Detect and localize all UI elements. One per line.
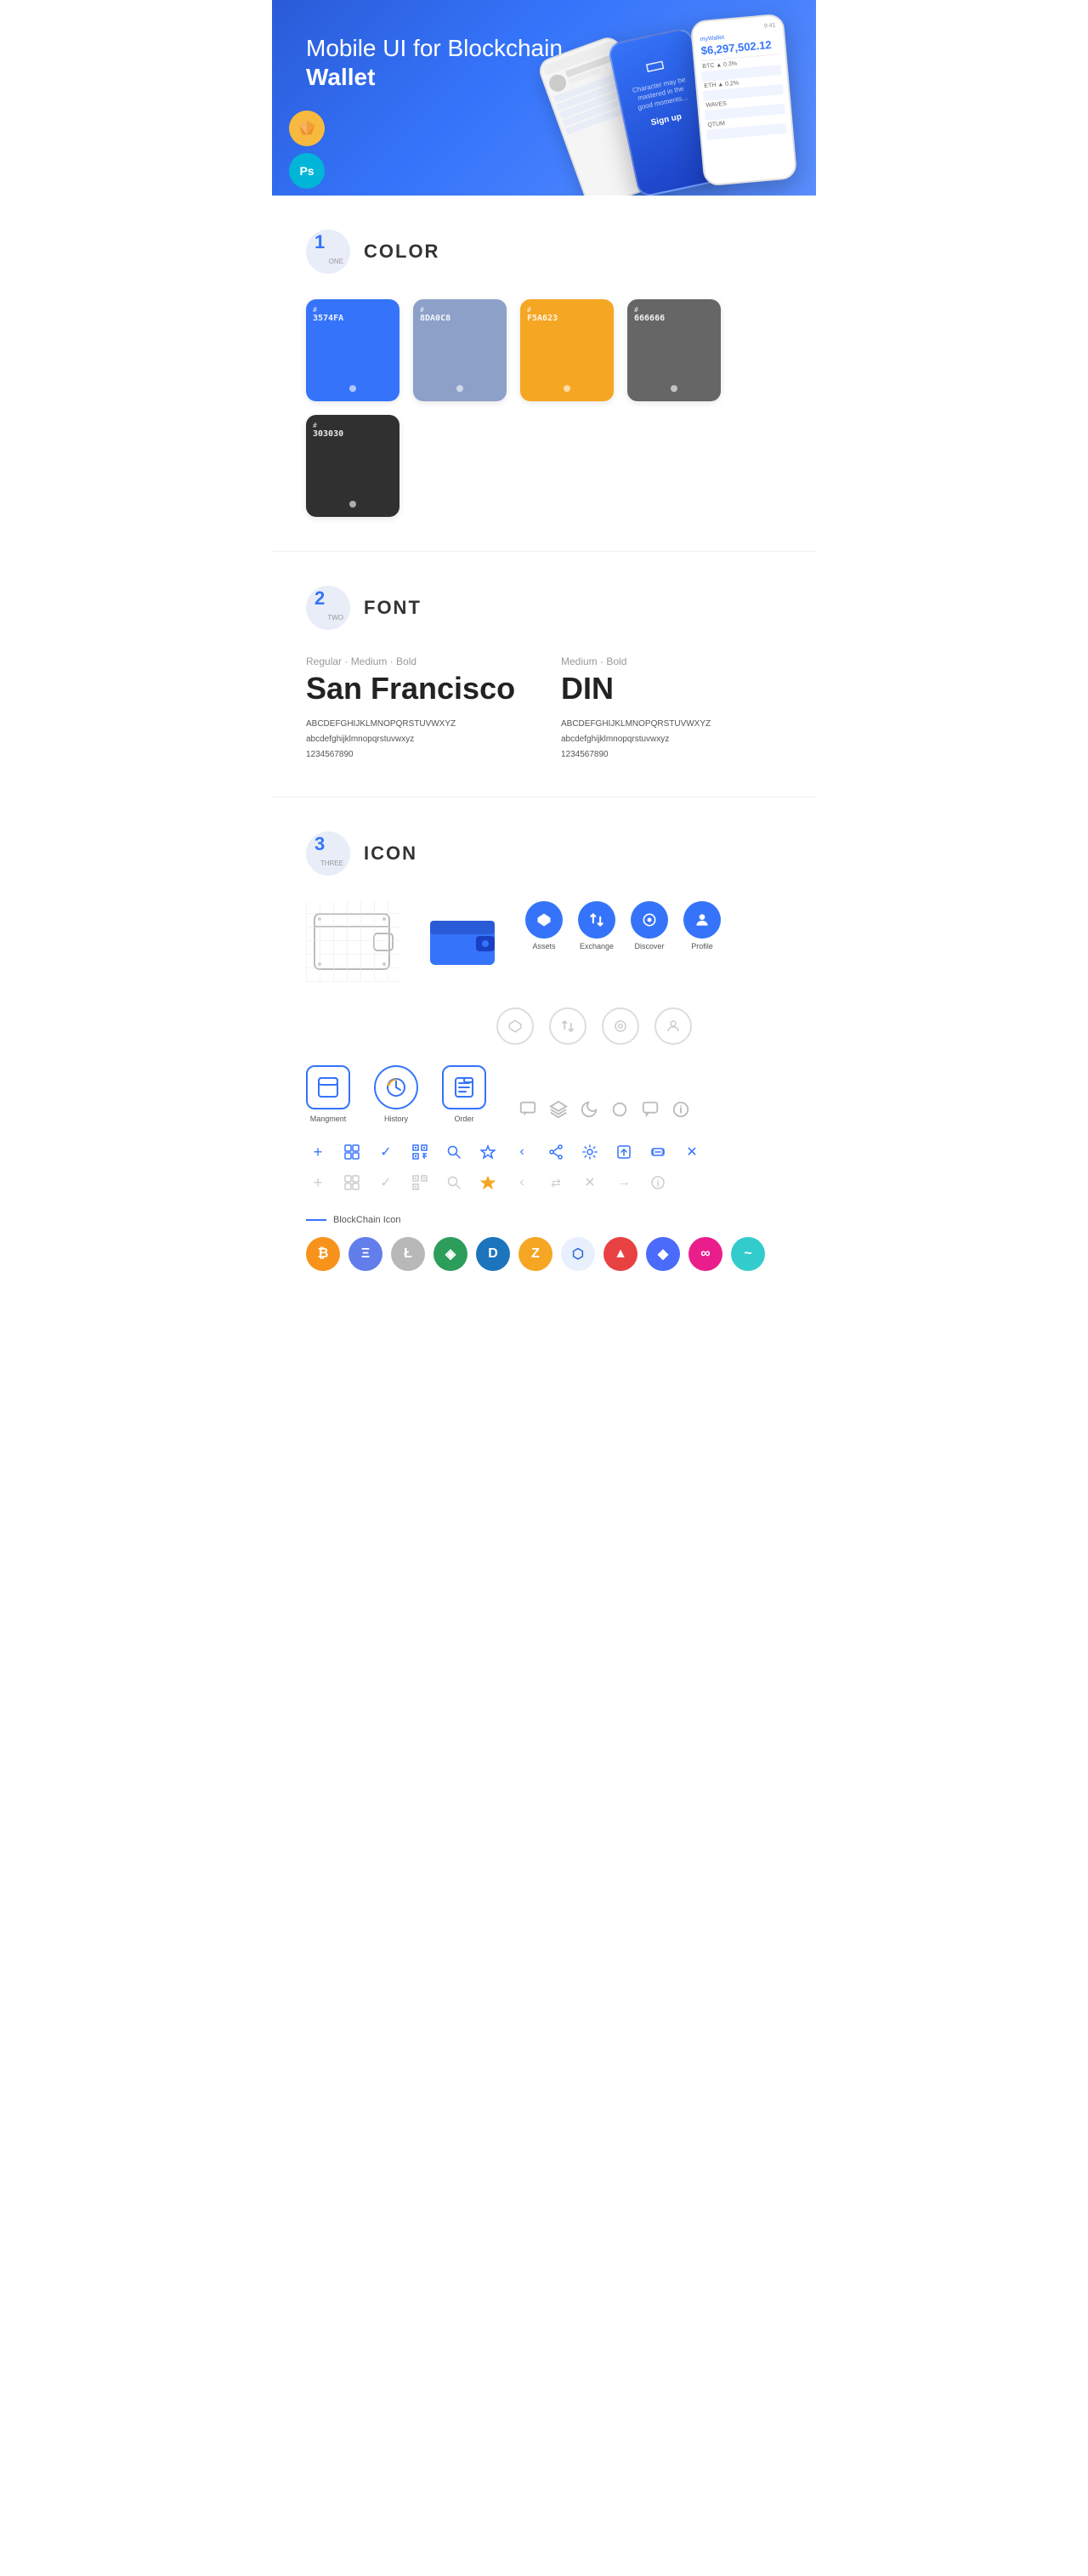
assets-outline-icon bbox=[496, 1007, 534, 1045]
qr-gray-icon bbox=[408, 1171, 432, 1194]
profile-outline-icon bbox=[654, 1007, 692, 1045]
management-icon-box bbox=[306, 1065, 350, 1109]
speech-bubble-icon bbox=[641, 1100, 660, 1123]
tool-badges: Ps 60+ Screens bbox=[289, 111, 325, 196]
crypto-icons-row: ₿ΞŁ ◈DZ ⬡ ▲◆∞ ~ bbox=[306, 1237, 782, 1271]
qr-icon bbox=[408, 1140, 432, 1164]
color-swatch-3574fa: # 3574FA bbox=[306, 299, 400, 401]
small-icons-row2: + ✓ bbox=[306, 1171, 782, 1194]
small-icons-row1: + ✓ bbox=[306, 1140, 782, 1164]
assets-icon-circle bbox=[525, 901, 563, 939]
exchange-tab-icon: Exchange bbox=[578, 901, 615, 950]
icon-section-header: 3 THREE ICON bbox=[306, 831, 782, 876]
management-app-icon: Mangment bbox=[306, 1065, 350, 1123]
star-icon bbox=[476, 1140, 500, 1164]
exchange-icon-circle bbox=[578, 901, 615, 939]
profile-tab-icon: Profile bbox=[683, 901, 721, 950]
discover-outline-icon bbox=[602, 1007, 639, 1045]
wallet-wireframe-icon bbox=[306, 901, 400, 982]
circle-icon bbox=[610, 1100, 629, 1123]
chevron-left-icon: ‹ bbox=[510, 1140, 534, 1164]
litecoin-crypto-icon: Ł bbox=[391, 1237, 425, 1271]
plus-icon: + bbox=[306, 1140, 330, 1164]
vertcoin-crypto-icon: ◈ bbox=[434, 1237, 468, 1271]
star-highlight-icon bbox=[476, 1171, 500, 1194]
arrow-right-gray-icon: → bbox=[612, 1171, 636, 1194]
order-app-icon: Order bbox=[442, 1065, 486, 1123]
layers-icon bbox=[549, 1100, 568, 1123]
search-icon bbox=[442, 1140, 466, 1164]
arrows-gray-icon: ⇄ bbox=[544, 1171, 568, 1194]
sketch-badge bbox=[289, 111, 325, 146]
icon-section-title: ICON bbox=[364, 843, 417, 865]
color-section-number: 1 ONE bbox=[306, 230, 350, 274]
info-gray-icon bbox=[646, 1171, 670, 1194]
phone-mockups: ▭ Character may bemastered in thegood mo… bbox=[536, 17, 790, 183]
font-section-header: 2 TWO FONT bbox=[306, 586, 782, 630]
color-swatch-303030: # 303030 bbox=[306, 415, 400, 517]
color-section: 1 ONE COLOR # 3574FA # 8DA0C8 # F5A623 bbox=[272, 196, 816, 551]
font-section-number: 2 TWO bbox=[306, 586, 350, 630]
blockchain-icon-label: BlockChain Icon bbox=[306, 1215, 782, 1225]
zcash-crypto-icon: Z bbox=[518, 1237, 552, 1271]
plus-gray-icon: + bbox=[306, 1171, 330, 1194]
gear-icon bbox=[578, 1140, 602, 1164]
grid-icon bbox=[340, 1140, 364, 1164]
chevron-left-gray-icon: ‹ bbox=[510, 1171, 534, 1194]
check-gray-icon: ✓ bbox=[374, 1171, 398, 1194]
font-grid: Regular · Medium · Bold San Francisco AB… bbox=[306, 655, 782, 763]
icon-section: 3 THREE ICON bbox=[272, 797, 816, 1305]
exchange-outline-icon bbox=[549, 1007, 586, 1045]
color-swatch-8da0c8: # 8DA0C8 bbox=[413, 299, 507, 401]
phone-mockup-3: 9:41 myWallet $6,297,502.12 BTC ▲ 0.3% E… bbox=[690, 14, 798, 187]
hero-section: Mobile UI for Blockchain Wallet UI Kit P… bbox=[272, 0, 816, 196]
ethereum-crypto-icon: Ξ bbox=[348, 1237, 382, 1271]
grid-gray-icon bbox=[340, 1171, 364, 1194]
order-icon-box bbox=[442, 1065, 486, 1109]
blockchain-divider bbox=[306, 1219, 326, 1221]
font-san-francisco: Regular · Medium · Bold San Francisco AB… bbox=[306, 655, 527, 763]
resize-icon bbox=[646, 1140, 670, 1164]
upload-icon bbox=[612, 1140, 636, 1164]
icon-section-number: 3 THREE bbox=[306, 831, 350, 876]
check-icon: ✓ bbox=[374, 1140, 398, 1164]
chat-icon bbox=[518, 1099, 537, 1123]
other-crypto-icon: ~ bbox=[731, 1237, 765, 1271]
color-swatch-f5a623: # F5A623 bbox=[520, 299, 614, 401]
history-app-icon: History bbox=[374, 1065, 418, 1123]
ps-badge: Ps bbox=[289, 153, 325, 189]
discover-icon-circle bbox=[631, 901, 668, 939]
color-swatch-666666: # 666666 bbox=[627, 299, 721, 401]
font-din: Medium · Bold DIN ABCDEFGHIJKLMNOPQRSTUV… bbox=[561, 655, 782, 763]
sketch-icon bbox=[298, 119, 316, 138]
color-section-title: COLOR bbox=[364, 241, 439, 263]
x-gray-icon: ✕ bbox=[578, 1171, 602, 1194]
moon-icon bbox=[580, 1100, 598, 1123]
profile-icon-circle bbox=[683, 901, 721, 939]
search-gray-icon bbox=[442, 1171, 466, 1194]
assets-tab-icon: Assets bbox=[525, 901, 563, 950]
font-section-title: FONT bbox=[364, 597, 422, 619]
dash-crypto-icon: D bbox=[476, 1237, 510, 1271]
info-icon bbox=[672, 1100, 690, 1123]
color-swatches: # 3574FA # 8DA0C8 # F5A623 # 666666 bbox=[306, 299, 782, 517]
wallet-solid-icon bbox=[420, 901, 505, 982]
color-section-header: 1 ONE COLOR bbox=[306, 230, 782, 274]
history-icon-box bbox=[374, 1065, 418, 1109]
zilliqa-crypto-icon: ◆ bbox=[646, 1237, 680, 1271]
share-icon bbox=[544, 1140, 568, 1164]
bitcoin-crypto-icon: ₿ bbox=[306, 1237, 340, 1271]
font-section: 2 TWO FONT Regular · Medium · Bold San F… bbox=[272, 552, 816, 797]
misc-icons bbox=[518, 1099, 690, 1123]
waves-crypto-icon: ⬡ bbox=[561, 1237, 595, 1271]
discover-tab-icon: Discover bbox=[631, 901, 668, 950]
close-icon: ✕ bbox=[680, 1140, 704, 1164]
polkadot-crypto-icon: ∞ bbox=[688, 1237, 722, 1271]
avax-crypto-icon: ▲ bbox=[604, 1237, 638, 1271]
